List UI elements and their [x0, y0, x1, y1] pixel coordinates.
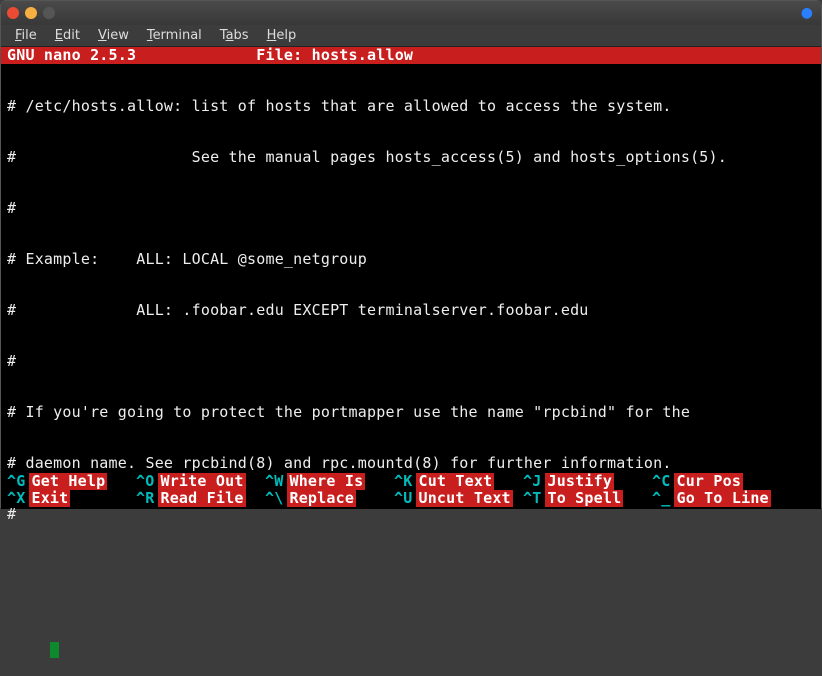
shortcut-item: ^\Replace	[265, 490, 394, 507]
window-maximize-button[interactable]	[43, 7, 55, 19]
menu-terminal[interactable]: Terminal	[139, 26, 210, 45]
text-cursor	[50, 642, 59, 658]
shortcut-label: Cur Pos	[674, 473, 743, 490]
shortcut-label: Go To Line	[674, 490, 770, 507]
content-line: # Example: ALL: LOCAL @some_netgroup	[7, 251, 815, 268]
shortcut-key: ^W	[265, 473, 283, 490]
shortcut-key: ^U	[394, 490, 412, 507]
content-line: # ALL: .foobar.edu EXCEPT terminalserver…	[7, 302, 815, 319]
nano-file-label: File: hosts.allow	[136, 47, 821, 64]
shortcut-item: ^CCur Pos	[652, 473, 781, 490]
shortcut-item: ^UUncut Text	[394, 490, 523, 507]
shortcut-label: Justify	[545, 473, 614, 490]
content-line: # daemon name. See rpcbind(8) and rpc.mo…	[7, 455, 815, 472]
shortcut-item: ^RRead File	[136, 490, 265, 507]
window-minimize-button[interactable]	[25, 7, 37, 19]
shortcut-label: Where Is	[287, 473, 365, 490]
shortcut-label: Cut Text	[416, 473, 494, 490]
shortcut-item: ^KCut Text	[394, 473, 523, 490]
shortcut-key: ^O	[136, 473, 154, 490]
shortcut-key: ^T	[523, 490, 541, 507]
content-line: # If you're going to protect the portmap…	[7, 404, 815, 421]
shortcut-row-2: ^XExit^RRead File^\Replace^UUncut Text^T…	[7, 490, 815, 507]
shortcut-label: Replace	[287, 490, 356, 507]
shortcut-label: Exit	[29, 490, 70, 507]
shortcut-item: ^GGet Help	[7, 473, 136, 490]
shortcut-key: ^_	[652, 490, 670, 507]
shortcut-key: ^R	[136, 490, 154, 507]
shortcut-item: ^WWhere Is	[265, 473, 394, 490]
content-line: #	[7, 200, 815, 217]
menu-view[interactable]: View	[90, 26, 137, 45]
menu-edit[interactable]: Edit	[47, 26, 88, 45]
shortcut-key: ^G	[7, 473, 25, 490]
nano-header: GNU nano 2.5.3 File: hosts.allow	[1, 47, 821, 64]
shortcut-key: ^K	[394, 473, 412, 490]
menu-tabs[interactable]: Tabs	[212, 26, 257, 45]
content-line: # See the manual pages hosts_access(5) a…	[7, 149, 815, 166]
menu-help[interactable]: Help	[259, 26, 305, 45]
file-content: # /etc/hosts.allow: list of hosts that a…	[1, 64, 821, 676]
menu-file[interactable]: File	[7, 26, 45, 45]
window-close-button[interactable]	[7, 7, 19, 19]
terminal-area[interactable]: GNU nano 2.5.3 File: hosts.allow # /etc/…	[1, 47, 821, 509]
shortcut-item: ^TTo Spell	[523, 490, 652, 507]
content-line: # /etc/hosts.allow: list of hosts that a…	[7, 98, 815, 115]
shortcut-label: Read File	[158, 490, 245, 507]
shortcut-key: ^\	[265, 490, 283, 507]
shortcut-label: Get Help	[29, 473, 107, 490]
content-line	[7, 557, 815, 574]
shortcut-key: ^C	[652, 473, 670, 490]
shortcut-label: To Spell	[545, 490, 623, 507]
shortcut-key: ^J	[523, 473, 541, 490]
shortcut-item: ^OWrite Out	[136, 473, 265, 490]
content-line: #	[7, 353, 815, 370]
menubar: File Edit View Terminal Tabs Help	[1, 25, 821, 47]
shortcut-row-1: ^GGet Help^OWrite Out^WWhere Is^KCut Tex…	[7, 473, 815, 490]
window-titlebar: ●	[1, 1, 821, 25]
shortcut-label: Write Out	[158, 473, 245, 490]
nano-shortcuts: ^GGet Help^OWrite Out^WWhere Is^KCut Tex…	[1, 473, 821, 509]
bluetooth-icon: ●	[801, 5, 813, 21]
shortcut-key: ^X	[7, 490, 25, 507]
content-line	[7, 608, 815, 625]
shortcut-item: ^XExit	[7, 490, 136, 507]
shortcut-item: ^JJustify	[523, 473, 652, 490]
shortcut-item: ^_Go To Line	[652, 490, 781, 507]
nano-app-name: GNU nano 2.5.3	[7, 47, 136, 64]
shortcut-label: Uncut Text	[416, 490, 512, 507]
